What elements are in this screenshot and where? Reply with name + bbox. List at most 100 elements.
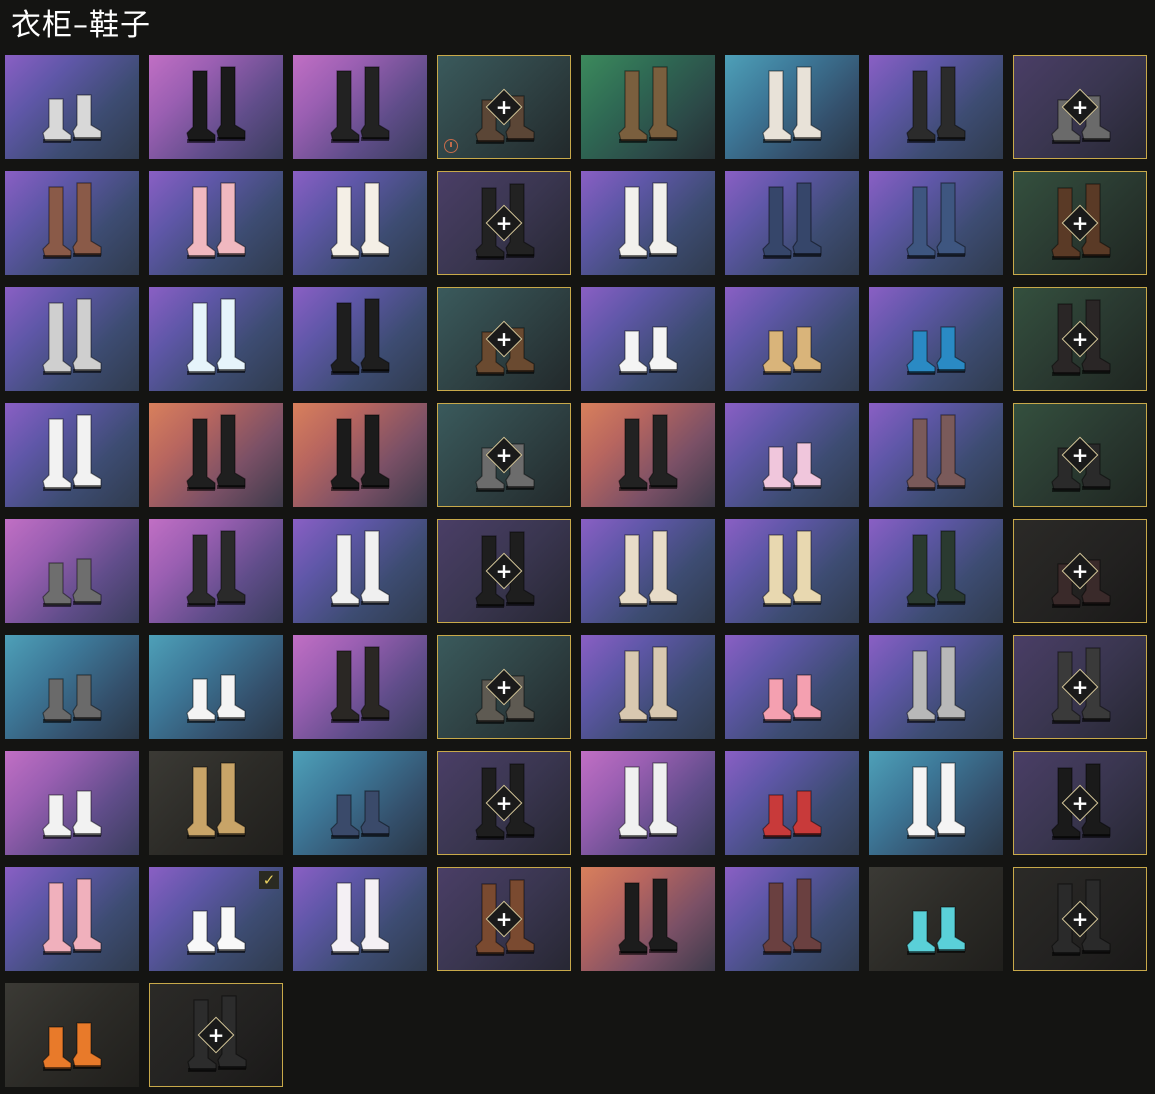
item-tile[interactable] [725, 55, 859, 159]
boots-black-yellow-icon [186, 66, 246, 143]
boots-cow-icon [330, 530, 390, 607]
locked-item-tile[interactable]: + [1013, 867, 1147, 971]
item-tile[interactable] [149, 403, 283, 507]
item-tile[interactable] [869, 171, 1003, 275]
item-tile[interactable] [581, 519, 715, 623]
locked-item-tile[interactable]: + [1013, 171, 1147, 275]
item-tile[interactable] [293, 867, 427, 971]
item-tile[interactable] [725, 171, 859, 275]
item-tile[interactable] [293, 403, 427, 507]
boots-black-tall-icon [330, 414, 390, 491]
boots-ice-icon [186, 298, 246, 375]
boots-fur-beige-icon [618, 646, 678, 723]
item-tile[interactable] [725, 403, 859, 507]
item-tile[interactable] [581, 403, 715, 507]
locked-item-tile[interactable]: + [1013, 287, 1147, 391]
socks-brown-shoes-icon [618, 182, 678, 259]
item-tile[interactable] [149, 171, 283, 275]
locked-item-tile[interactable]: + [1013, 751, 1147, 855]
item-tile[interactable]: ✓ [149, 867, 283, 971]
sneaker-white-red-icon [42, 94, 102, 143]
item-tile[interactable] [869, 751, 1003, 855]
locked-item-tile[interactable]: + [1013, 403, 1147, 507]
locked-item-tile[interactable]: + [437, 519, 571, 623]
jeans-boots-icon [762, 182, 822, 259]
locked-item-tile[interactable]: + [437, 171, 571, 275]
item-tile[interactable] [869, 403, 1003, 507]
locked-item-tile[interactable]: + [437, 287, 571, 391]
paws-grey-icon [42, 674, 102, 723]
boots-white-slouch-icon [42, 298, 102, 375]
locked-item-tile[interactable]: + [149, 983, 283, 1087]
locked-item-tile[interactable]: + [437, 55, 571, 159]
socks-red-shoes-icon [906, 762, 966, 839]
boots-brown-icon [618, 66, 678, 143]
locked-item-tile[interactable]: + [1013, 519, 1147, 623]
item-tile[interactable] [5, 983, 139, 1087]
slippers-bear-icon [762, 326, 822, 375]
item-tile[interactable] [149, 519, 283, 623]
boots-beige-icon [762, 530, 822, 607]
locked-item-tile[interactable]: + [1013, 55, 1147, 159]
item-tile[interactable] [5, 635, 139, 739]
slippers-pink-icon [762, 674, 822, 723]
locked-item-tile[interactable]: + [437, 751, 571, 855]
heels-white-socks-icon [42, 414, 102, 491]
item-tile[interactable] [293, 171, 427, 275]
item-tile[interactable] [5, 171, 139, 275]
item-tile[interactable] [293, 519, 427, 623]
item-tile[interactable] [5, 55, 139, 159]
item-tile[interactable] [149, 635, 283, 739]
item-tile[interactable] [869, 287, 1003, 391]
item-tile[interactable] [725, 635, 859, 739]
pants-black-icon [330, 298, 390, 375]
item-tile[interactable] [581, 867, 715, 971]
item-tile[interactable] [869, 635, 1003, 739]
sneakers-orange-icon [42, 1022, 102, 1071]
sneakers-blue-green-icon [906, 326, 966, 375]
item-tile[interactable] [725, 287, 859, 391]
item-tile[interactable] [581, 55, 715, 159]
sneakers-white-blue-icon [186, 674, 246, 723]
locked-item-tile[interactable]: + [437, 635, 571, 739]
item-tile[interactable] [869, 867, 1003, 971]
item-tile[interactable] [293, 287, 427, 391]
boots-cream-icon [618, 530, 678, 607]
stockings-fishnet-icon [906, 414, 966, 491]
item-tile[interactable] [581, 751, 715, 855]
boots-thigh-black-icon [618, 878, 678, 955]
item-tile[interactable] [725, 751, 859, 855]
boots-pink-slouch-icon [42, 878, 102, 955]
item-tile[interactable] [149, 751, 283, 855]
item-tile[interactable] [869, 55, 1003, 159]
item-tile[interactable] [725, 519, 859, 623]
item-tile[interactable] [725, 867, 859, 971]
item-tile[interactable] [149, 55, 283, 159]
boots-green-black-icon [906, 530, 966, 607]
item-tile[interactable] [5, 403, 139, 507]
sneakers-grey-black-icon [42, 558, 102, 607]
boots-black-combat-icon [330, 646, 390, 723]
item-tile[interactable] [5, 867, 139, 971]
socks-loafers-icon [762, 66, 822, 143]
boots-pink-puffy-icon [186, 182, 246, 259]
boots-tan-icon [186, 762, 246, 839]
sneakers-red-white-icon [762, 790, 822, 839]
boots-black-strap-icon [618, 414, 678, 491]
item-tile[interactable] [581, 635, 715, 739]
boots-black-neon-icon [330, 66, 390, 143]
item-tile[interactable] [5, 751, 139, 855]
item-tile[interactable] [581, 287, 715, 391]
item-tile[interactable] [293, 751, 427, 855]
locked-item-tile[interactable]: + [437, 867, 571, 971]
item-tile[interactable] [5, 519, 139, 623]
item-tile[interactable] [149, 287, 283, 391]
item-tile[interactable] [293, 55, 427, 159]
locked-item-tile[interactable]: + [1013, 635, 1147, 739]
item-tile[interactable] [581, 171, 715, 275]
item-tile[interactable] [5, 287, 139, 391]
item-tile[interactable] [293, 635, 427, 739]
jeans-boots-icon [906, 182, 966, 259]
locked-item-tile[interactable]: + [437, 403, 571, 507]
item-tile[interactable] [869, 519, 1003, 623]
